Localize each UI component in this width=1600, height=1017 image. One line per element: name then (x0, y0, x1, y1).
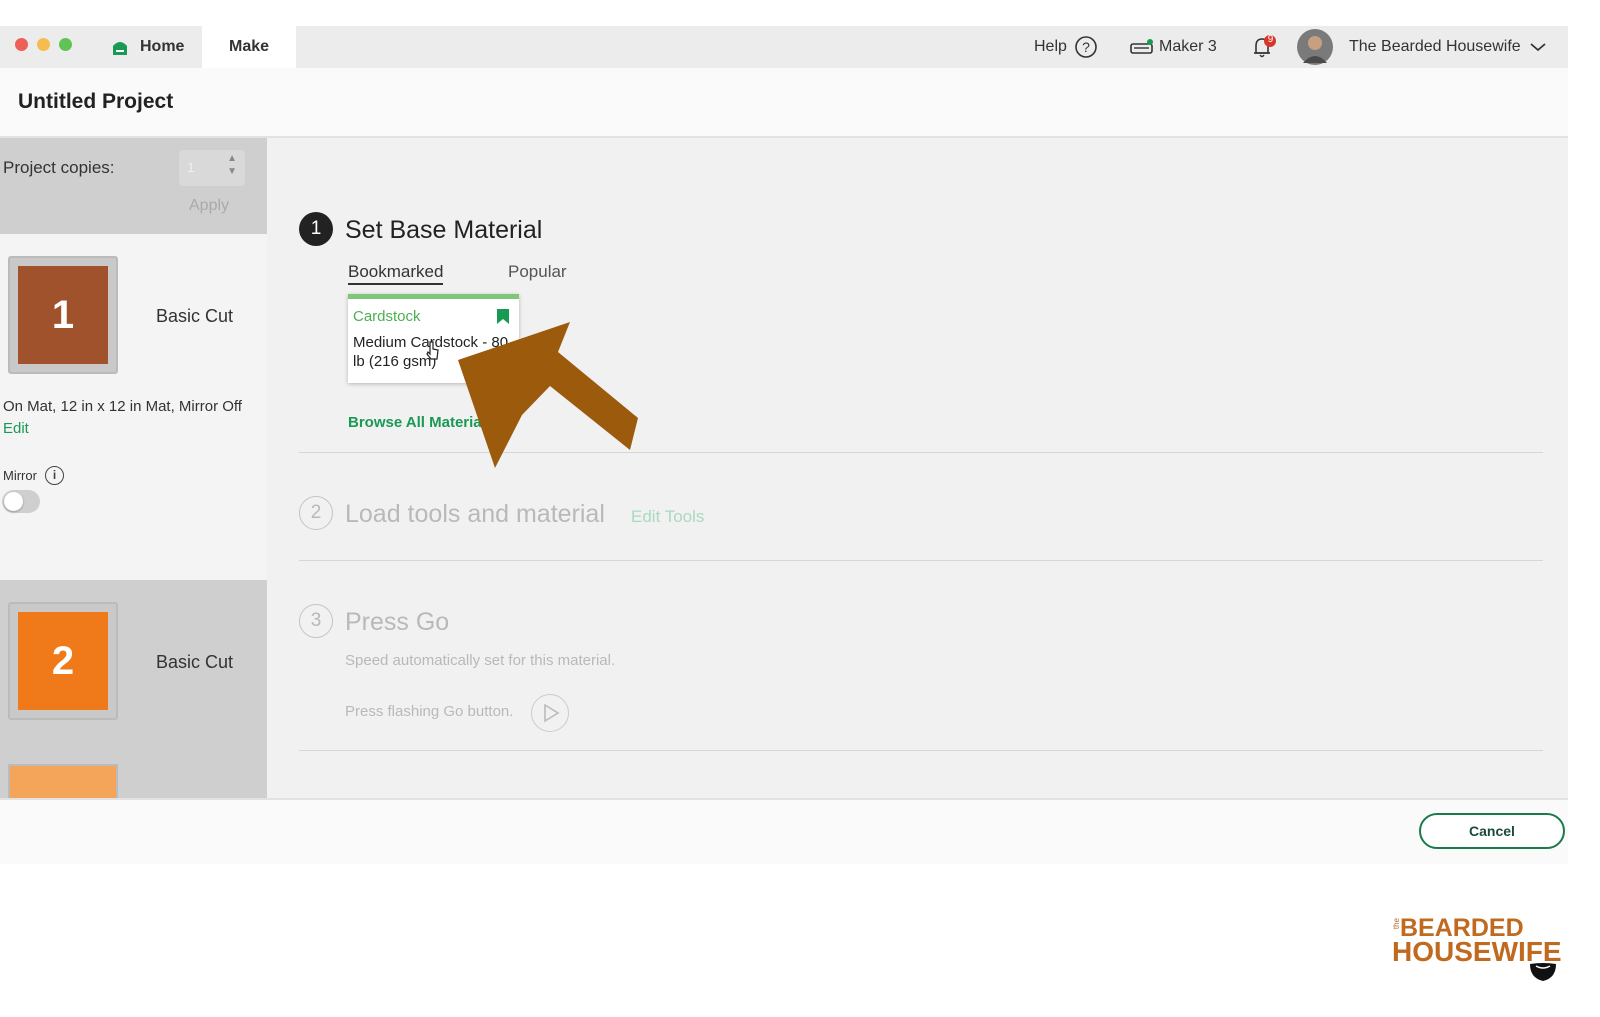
stepper-arrows-icon[interactable]: ▲ ▼ (227, 152, 237, 178)
project-header (0, 68, 1568, 138)
info-icon[interactable]: i (45, 466, 64, 485)
machine-selector[interactable]: Maker 3 (1130, 26, 1217, 68)
apply-button[interactable]: Apply (189, 197, 229, 215)
annotation-arrow (458, 322, 638, 468)
footer-bar (0, 798, 1568, 864)
project-title: Untitled Project (18, 90, 174, 113)
minimize-window-button[interactable] (37, 38, 50, 51)
home-icon (113, 42, 127, 55)
user-menu[interactable]: The Bearded Housewife (1297, 26, 1547, 68)
step-2-number: 2 (310, 502, 322, 523)
tab-make-label: Make (228, 38, 270, 55)
edit-tools-link[interactable]: Edit Tools (631, 507, 704, 527)
mat-label-2: Basic Cut (156, 652, 234, 672)
play-icon (544, 703, 560, 723)
beard-icon (1530, 963, 1556, 981)
mirror-label: Mirror (3, 468, 37, 483)
close-window-button[interactable] (15, 38, 28, 51)
help-button[interactable]: Help ? (1034, 26, 1098, 68)
step-3-badge: 3 (299, 604, 333, 638)
help-label: Help (1034, 38, 1067, 55)
toggle-knob (4, 492, 23, 511)
machine-label: Maker 3 (1159, 38, 1217, 55)
tab-popular-label: Popular (508, 262, 567, 281)
mat-number-2: 2 (51, 638, 75, 683)
go-button[interactable] (531, 694, 569, 732)
chevron-down-icon (1530, 43, 1546, 52)
user-name: The Bearded Housewife (1349, 38, 1521, 55)
notification-count: 9 (1267, 34, 1274, 45)
bearded-housewife-logo: the BEARDED HOUSEWIFE (1392, 914, 1562, 984)
machine-icon (1130, 39, 1153, 54)
copies-value: 1 (187, 159, 195, 175)
step-3-number: 3 (310, 610, 322, 631)
tab-popular[interactable]: Popular (508, 262, 567, 282)
mat-thumbnail-3[interactable] (8, 764, 118, 798)
mat-preview-1: 1 (18, 266, 108, 364)
tab-bookmarked-label: Bookmarked (348, 262, 444, 281)
edit-mat-link[interactable]: Edit (3, 420, 29, 437)
mat-label-1: Basic Cut (156, 306, 234, 326)
material-category: Cardstock (353, 308, 421, 325)
project-copies-label: Project copies: (3, 158, 115, 177)
step-1-number: 1 (310, 218, 322, 239)
cancel-button[interactable]: Cancel (1419, 813, 1565, 849)
svg-text:?: ? (1082, 39, 1090, 55)
tab-home-label: Home (140, 38, 185, 55)
tab-bookmarked[interactable]: Bookmarked (348, 262, 444, 285)
step-1-badge: 1 (299, 212, 333, 246)
question-icon: ? (1075, 36, 1097, 58)
notifications-button[interactable]: 9 (1250, 26, 1276, 68)
avatar (1297, 29, 1333, 65)
mat-number-1: 1 (51, 292, 75, 337)
mat-thumbnail-2[interactable]: 2 (8, 602, 118, 720)
copies-stepper[interactable]: 1 ▲ ▼ (179, 150, 245, 186)
tab-home[interactable]: Home (100, 26, 202, 68)
step-2-badge: 2 (299, 496, 333, 530)
zoom-window-button[interactable] (59, 38, 72, 51)
speed-note: Speed automatically set for this materia… (345, 652, 616, 669)
step-3-title: Press Go (345, 608, 450, 636)
mirror-toggle[interactable] (2, 490, 40, 513)
press-go-note: Press flashing Go button. (345, 703, 514, 720)
cursor-icon (426, 341, 439, 360)
mat-thumbnail-1[interactable]: 1 (8, 256, 118, 374)
divider (299, 750, 1543, 751)
step-2-title: Load tools and material (345, 500, 605, 528)
mat-settings-text: On Mat, 12 in x 12 in Mat, Mirror Off (3, 398, 242, 415)
divider (299, 560, 1543, 561)
step-1-title: Set Base Material (345, 216, 543, 244)
mat-preview-2: 2 (18, 612, 108, 710)
tab-make[interactable]: Make (202, 26, 296, 68)
